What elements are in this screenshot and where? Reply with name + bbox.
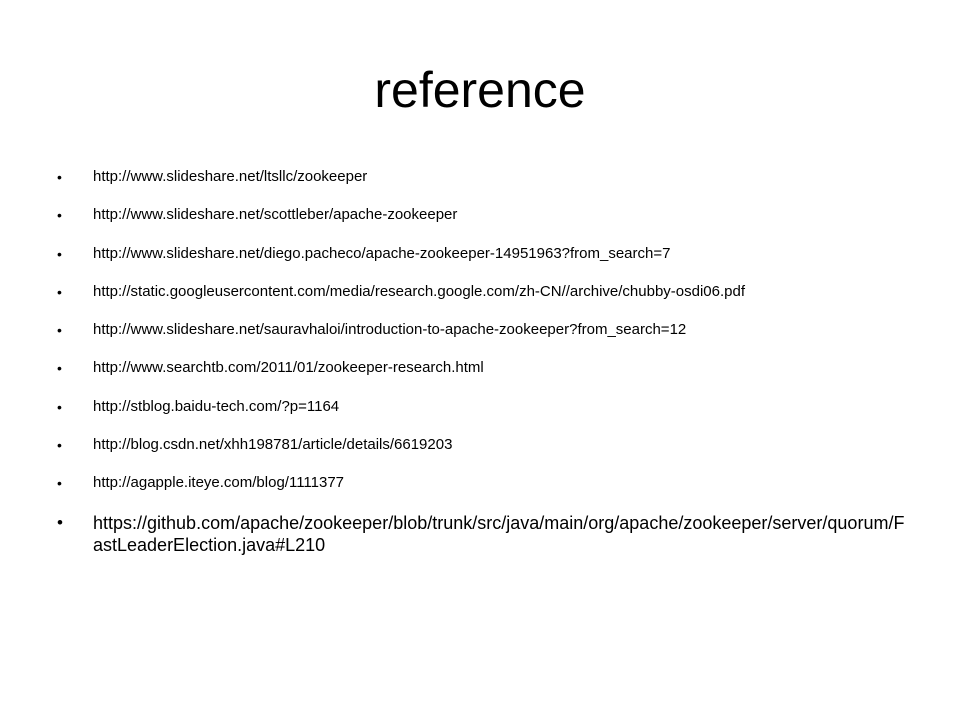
slide-title: reference	[374, 62, 586, 118]
reference-link[interactable]: https://github.com/apache/zookeeper/blob…	[93, 513, 904, 555]
list-item: • http://www.slideshare.net/diego.pachec…	[57, 243, 907, 281]
list-item: • http://www.slideshare.net/sauravhaloi/…	[57, 319, 907, 357]
bullet-icon: •	[57, 322, 62, 339]
list-item: • http://www.searchtb.com/2011/01/zookee…	[57, 357, 907, 395]
reference-link[interactable]: http://www.slideshare.net/diego.pacheco/…	[93, 245, 670, 262]
bullet-icon: •	[57, 207, 62, 224]
reference-link[interactable]: http://static.googleusercontent.com/medi…	[93, 283, 745, 300]
list-item: • http://static.googleusercontent.com/me…	[57, 281, 907, 319]
list-item: • https://github.com/apache/zookeeper/bl…	[57, 512, 907, 556]
list-item: • http://blog.csdn.net/xhh198781/article…	[57, 434, 907, 472]
reference-link[interactable]: http://www.searchtb.com/2011/01/zookeepe…	[93, 359, 484, 376]
list-item: • http://www.slideshare.net/ltsllc/zooke…	[57, 166, 907, 204]
reference-list: • http://www.slideshare.net/ltsllc/zooke…	[57, 166, 907, 556]
bullet-icon: •	[57, 437, 62, 454]
reference-link[interactable]: http://stblog.baidu-tech.com/?p=1164	[93, 398, 339, 415]
list-item: • http://agapple.iteye.com/blog/1111377	[57, 472, 907, 510]
bullet-icon: •	[57, 398, 62, 415]
reference-link[interactable]: http://agapple.iteye.com/blog/1111377	[93, 474, 344, 491]
reference-link[interactable]: http://www.slideshare.net/sauravhaloi/in…	[93, 321, 686, 338]
bullet-icon: •	[57, 360, 62, 377]
bullet-icon: •	[57, 283, 62, 300]
slide: reference • http://www.slideshare.net/lt…	[0, 0, 960, 720]
bullet-icon: •	[57, 512, 63, 532]
bullet-icon: •	[57, 245, 62, 262]
reference-link[interactable]: http://blog.csdn.net/xhh198781/article/d…	[93, 436, 452, 453]
list-item: • http://www.slideshare.net/scottleber/a…	[57, 204, 907, 242]
reference-link[interactable]: http://www.slideshare.net/ltsllc/zookeep…	[93, 168, 367, 185]
bullet-icon: •	[57, 169, 62, 185]
reference-link[interactable]: http://www.slideshare.net/scottleber/apa…	[93, 206, 457, 223]
list-item: • http://stblog.baidu-tech.com/?p=1164	[57, 396, 907, 434]
bullet-icon: •	[57, 475, 62, 492]
